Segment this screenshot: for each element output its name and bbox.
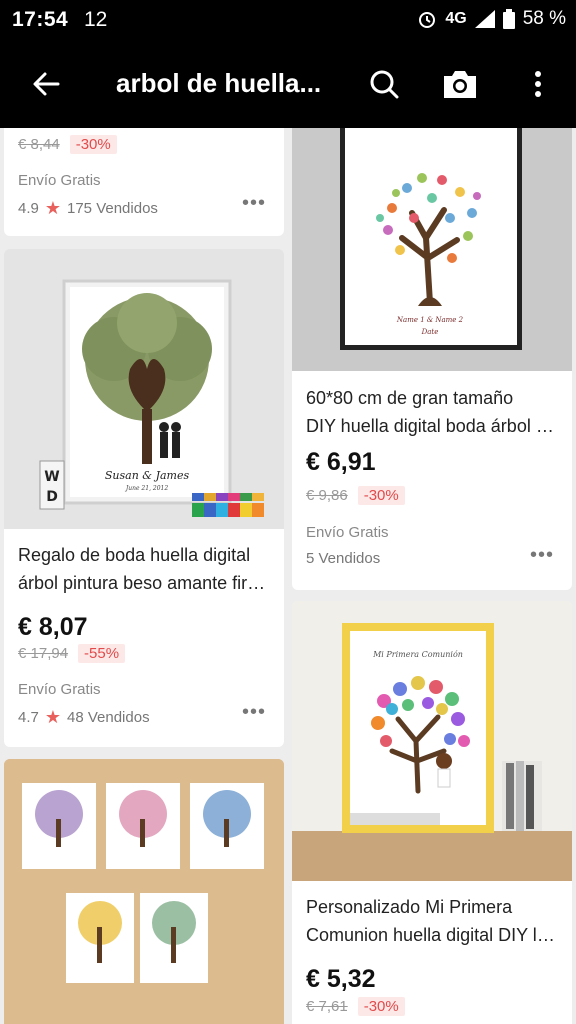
- more-vert-icon: [535, 71, 541, 97]
- back-arrow-icon: [33, 72, 60, 96]
- price-row: € 9,86 -30%: [306, 486, 405, 505]
- discount-badge: -30%: [357, 486, 405, 505]
- status-bar: 17:54 12 4G 58 %: [0, 0, 576, 40]
- camera-search-button[interactable]: [438, 62, 482, 106]
- notification-count: 12: [84, 8, 108, 31]
- rating-value: 4.7: [18, 709, 39, 726]
- original-price: € 17,94: [18, 645, 69, 662]
- product-card[interactable]: Susan & James June 21, 2012 W D Regalo d…: [4, 249, 284, 747]
- product-title-line1: 60*80 cm de gran tamaño: [306, 388, 514, 408]
- product-title: Personalizado Mi Primera Comunion huella…: [306, 893, 558, 949]
- product-title-line1: Personalizado Mi Primera: [306, 897, 513, 917]
- product-title-line1: Regalo de boda huella digital: [18, 545, 251, 565]
- product-price: € 6,91: [306, 448, 376, 476]
- print-date-text: June 21, 2012: [124, 485, 168, 492]
- product-price: € 5,32: [306, 965, 376, 993]
- sold-count: 5 Vendidos: [306, 550, 381, 567]
- original-price: € 8,44: [18, 136, 60, 153]
- kiss-tree-print-image: Susan & James June 21, 2012 W D: [4, 249, 284, 529]
- rating-value: 4.9: [18, 200, 39, 217]
- price-row: € 8,44 -30%: [18, 135, 117, 154]
- search-query[interactable]: arbol de huella...: [116, 68, 346, 99]
- star-icon: ★: [44, 707, 61, 727]
- battery-level: 58 %: [522, 8, 566, 29]
- shipping-label: Envío Gratis: [18, 172, 101, 189]
- battery-icon: [502, 9, 515, 29]
- product-title: Regalo de boda huella digital árbol pint…: [18, 541, 270, 597]
- original-price: € 9,86: [306, 487, 348, 504]
- overflow-menu-button[interactable]: [516, 62, 560, 106]
- print-names-text: Susan & James: [105, 469, 190, 482]
- shipping-label: Envío Gratis: [306, 524, 389, 541]
- price-row: € 17,94 -55%: [18, 644, 126, 663]
- product-image: Name 1 & Name 2 Date: [292, 128, 572, 371]
- product-image: Susan & James June 21, 2012 W D: [4, 249, 284, 529]
- discount-badge: -55%: [78, 644, 126, 663]
- product-grid: € 8,44 -30% Envío Gratis 4.9 ★ 175 Vendi…: [0, 128, 576, 1024]
- print-names-text: Name 1 & Name 2: [396, 316, 464, 324]
- back-button[interactable]: [24, 64, 68, 104]
- discount-badge: -30%: [69, 135, 117, 154]
- product-title-line2: árbol pintura beso amante firma: [18, 573, 270, 593]
- search-button[interactable]: [362, 62, 406, 106]
- product-card[interactable]: Mi Primera Comunión Personalizado Mi Pri…: [292, 601, 572, 1024]
- signal-icon: [474, 10, 495, 28]
- rating-row: 5 Vendidos: [306, 550, 380, 567]
- discount-badge: -30%: [357, 997, 405, 1016]
- tree-print-image: Name 1 & Name 2 Date: [292, 128, 572, 371]
- network-type: 4G: [445, 10, 467, 27]
- product-price: € 8,07: [18, 613, 88, 641]
- product-title-line2: Comunion huella digital DIY lienzo: [306, 925, 558, 945]
- product-card[interactable]: Name 1 & Name 2 Date 60*80 cm de gran ta…: [292, 128, 572, 590]
- sold-count: 48 Vendidos: [67, 709, 150, 726]
- svg-text:D: D: [46, 489, 58, 505]
- shipping-label: Envío Gratis: [18, 681, 101, 698]
- status-time: 17:54: [12, 8, 69, 31]
- communion-print-image: Mi Primera Comunión: [292, 601, 572, 881]
- search-icon: [370, 70, 399, 99]
- rating-row: 4.7 ★ 48 Vendidos: [18, 707, 150, 728]
- alarm-icon: [419, 12, 436, 28]
- print-title-text: Mi Primera Comunión: [372, 650, 463, 659]
- product-card[interactable]: [4, 759, 284, 1024]
- more-options-button[interactable]: •••: [242, 192, 266, 215]
- five-tree-prints-image: [4, 759, 284, 1024]
- status-right: 4G 58 %: [417, 8, 566, 30]
- product-image: Mi Primera Comunión: [292, 601, 572, 881]
- svg-text:W: W: [44, 469, 59, 485]
- camera-icon: [444, 71, 476, 98]
- more-options-button[interactable]: •••: [242, 701, 266, 724]
- price-row: € 7,61 -30%: [306, 997, 405, 1016]
- more-options-button[interactable]: •••: [530, 544, 554, 567]
- star-icon: ★: [44, 198, 61, 218]
- product-card[interactable]: € 8,44 -30% Envío Gratis 4.9 ★ 175 Vendi…: [4, 128, 284, 236]
- product-title-line2: DIY huella digital boda árbol pintura: [306, 416, 558, 436]
- search-header: arbol de huella...: [0, 40, 576, 128]
- sold-count: 175 Vendidos: [67, 200, 158, 217]
- original-price: € 7,61: [306, 998, 348, 1015]
- product-image: [4, 759, 284, 1024]
- rating-row: 4.9 ★ 175 Vendidos: [18, 198, 158, 219]
- print-date-text: Date: [421, 328, 439, 336]
- product-title: 60*80 cm de gran tamaño DIY huella digit…: [306, 384, 558, 440]
